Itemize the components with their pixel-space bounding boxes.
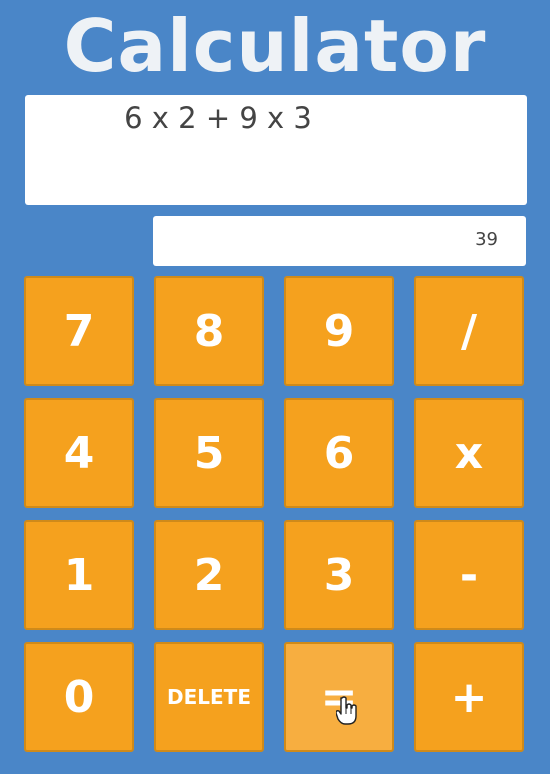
key-6[interactable]: 6: [284, 398, 394, 508]
key-multiply[interactable]: x: [414, 398, 524, 508]
hand-pointer-icon: [336, 696, 357, 725]
key-4[interactable]: 4: [24, 398, 134, 508]
key-9[interactable]: 9: [284, 276, 394, 386]
key-7[interactable]: 7: [24, 276, 134, 386]
keypad: 7 8 9 / 4 5 6 x 1 2 3 - 0 DELETE = +: [24, 276, 526, 752]
app-title: Calculator: [63, 4, 487, 88]
result-display: 39: [153, 216, 526, 266]
key-3[interactable]: 3: [284, 520, 394, 630]
key-8[interactable]: 8: [154, 276, 264, 386]
key-0[interactable]: 0: [24, 642, 134, 752]
key-2[interactable]: 2: [154, 520, 264, 630]
result-text: 39: [475, 229, 498, 250]
key-1[interactable]: 1: [24, 520, 134, 630]
expression-text: 6 x 2 + 9 x 3: [124, 101, 312, 135]
key-divide[interactable]: /: [414, 276, 524, 386]
key-add[interactable]: +: [414, 642, 524, 752]
key-subtract[interactable]: -: [414, 520, 524, 630]
key-5[interactable]: 5: [154, 398, 264, 508]
delete-button[interactable]: DELETE: [154, 642, 264, 752]
expression-display: 6 x 2 + 9 x 3: [25, 95, 527, 205]
